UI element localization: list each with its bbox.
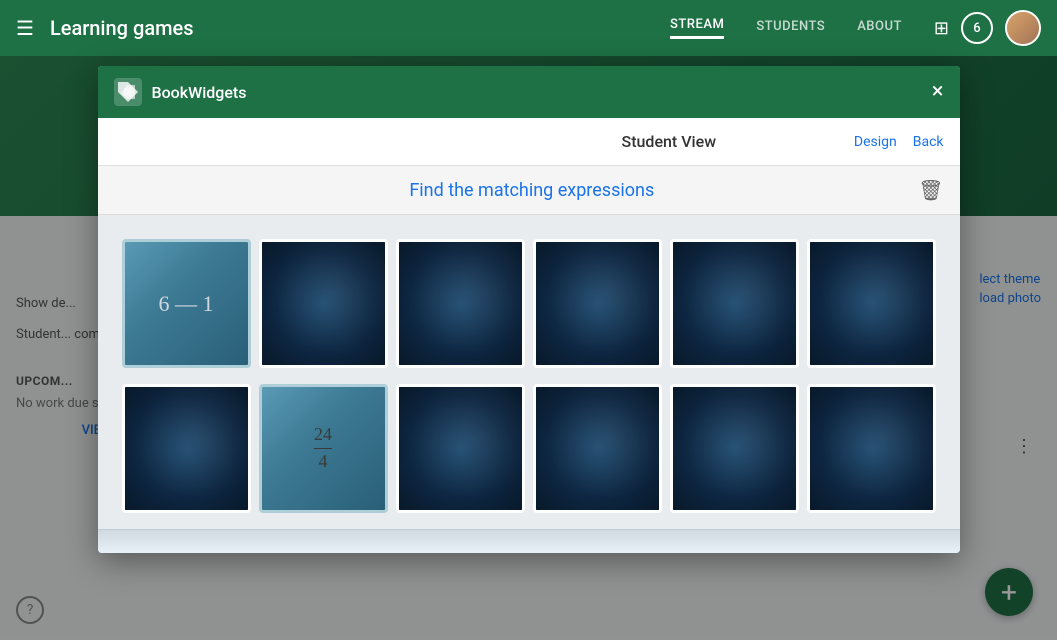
nav-tabs: STREAM STUDENTS ABOUT bbox=[670, 17, 902, 39]
card-3-face bbox=[399, 242, 522, 365]
card-1-text: 6 — 1 bbox=[159, 291, 214, 317]
modal-header: BookWidgets × bbox=[98, 66, 960, 118]
fraction-numerator: 24 bbox=[314, 424, 332, 449]
card-10[interactable] bbox=[533, 384, 662, 513]
card-2-face bbox=[262, 242, 385, 365]
card-6-face bbox=[810, 242, 933, 365]
game-title: Find the matching expressions bbox=[146, 180, 919, 201]
card-12-face bbox=[810, 387, 933, 510]
tab-stream[interactable]: STREAM bbox=[670, 17, 724, 39]
user-avatar[interactable] bbox=[1005, 10, 1041, 46]
design-link[interactable]: Design bbox=[854, 134, 897, 150]
card-8-face: 24 4 bbox=[262, 387, 385, 510]
notification-badge[interactable]: 6 bbox=[961, 12, 993, 44]
card-4-face bbox=[536, 242, 659, 365]
fraction-denominator: 4 bbox=[319, 449, 328, 473]
card-4[interactable] bbox=[533, 239, 662, 368]
card-1-face: 6 — 1 bbox=[125, 242, 248, 365]
student-view-label: Student View bbox=[484, 132, 854, 151]
modal-content: Find the matching expressions 🗑 6 — 1 bbox=[98, 166, 960, 553]
card-5[interactable] bbox=[670, 239, 799, 368]
card-7-face bbox=[125, 387, 248, 510]
card-9[interactable] bbox=[396, 384, 525, 513]
card-6[interactable] bbox=[807, 239, 936, 368]
card-12[interactable] bbox=[807, 384, 936, 513]
card-11-face bbox=[673, 387, 796, 510]
card-3[interactable] bbox=[396, 239, 525, 368]
grid-icon[interactable]: ⊞ bbox=[934, 18, 949, 39]
card-11[interactable] bbox=[670, 384, 799, 513]
card-grid-row2: 24 4 bbox=[114, 376, 944, 521]
modal-header-title: BookWidgets bbox=[152, 83, 932, 102]
card-1[interactable]: 6 — 1 bbox=[122, 239, 251, 368]
game-title-bar: Find the matching expressions 🗑 bbox=[98, 166, 960, 215]
card-2[interactable] bbox=[259, 239, 388, 368]
modal-subheader: Student View Design Back bbox=[98, 118, 960, 166]
bookwidgets-logo-icon bbox=[114, 78, 142, 106]
nav-icons: ⊞ 6 bbox=[934, 10, 1041, 46]
card-10-face bbox=[536, 387, 659, 510]
hamburger-icon[interactable]: ☰ bbox=[16, 16, 34, 40]
tab-students[interactable]: STUDENTS bbox=[756, 19, 825, 38]
tab-about[interactable]: ABOUT bbox=[857, 19, 902, 38]
trash-icon[interactable]: 🗑 bbox=[918, 178, 943, 202]
card-7[interactable] bbox=[122, 384, 251, 513]
bookwidgets-modal: BookWidgets × Student View Design Back F… bbox=[98, 66, 960, 553]
card-8-fraction: 24 4 bbox=[314, 424, 332, 472]
app-title: Learning games bbox=[50, 16, 194, 40]
card-8[interactable]: 24 4 bbox=[259, 384, 388, 513]
back-link[interactable]: Back bbox=[913, 134, 944, 150]
avatar-image bbox=[1007, 12, 1039, 44]
modal-overlay: BookWidgets × Student View Design Back F… bbox=[0, 56, 1057, 640]
card-grid-row1: 6 — 1 bbox=[114, 231, 944, 376]
card-9-face bbox=[399, 387, 522, 510]
top-nav: ☰ Learning games STREAM STUDENTS ABOUT ⊞… bbox=[0, 0, 1057, 56]
modal-close-button[interactable]: × bbox=[932, 81, 944, 103]
card-5-face bbox=[673, 242, 796, 365]
